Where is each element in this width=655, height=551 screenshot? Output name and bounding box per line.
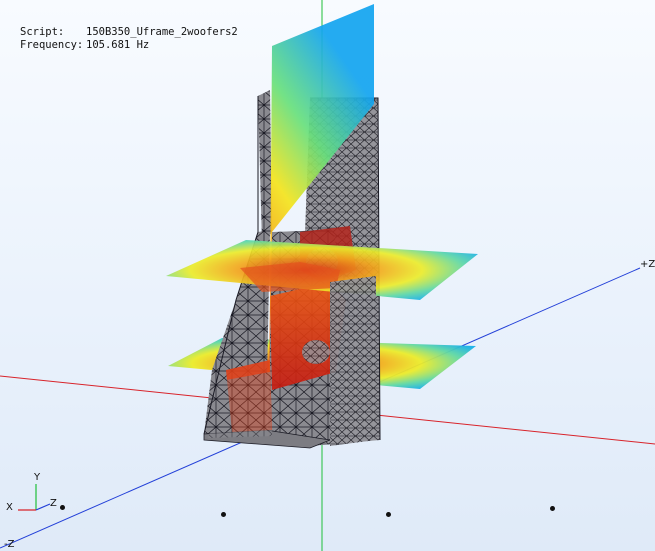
orientation-triad: Y X Z <box>6 472 66 516</box>
plus-z-label: +Z <box>640 259 655 270</box>
minus-z-label: -Z <box>4 539 15 550</box>
triad-x-label: X <box>6 502 13 513</box>
grid-marker <box>550 506 555 511</box>
grid-marker <box>221 512 226 517</box>
scene <box>0 0 655 551</box>
frequency-value: 105.681 Hz <box>86 39 150 51</box>
frequency-info: Frequency: 105.681 Hz <box>20 39 149 51</box>
frequency-label: Frequency: <box>20 39 84 51</box>
triad-z-label: Z <box>50 498 57 509</box>
grid-marker <box>60 505 65 510</box>
triad-y-label: Y <box>34 472 41 483</box>
grid-marker <box>386 512 391 517</box>
script-label: Script: <box>20 26 65 38</box>
script-value: 150B350_Uframe_2woofers2 <box>86 26 238 38</box>
3d-viewport[interactable]: Script: 150B350_Uframe_2woofers2 Frequenc… <box>0 0 655 551</box>
script-info: Script: 150B350_Uframe_2woofers2 <box>20 26 238 38</box>
